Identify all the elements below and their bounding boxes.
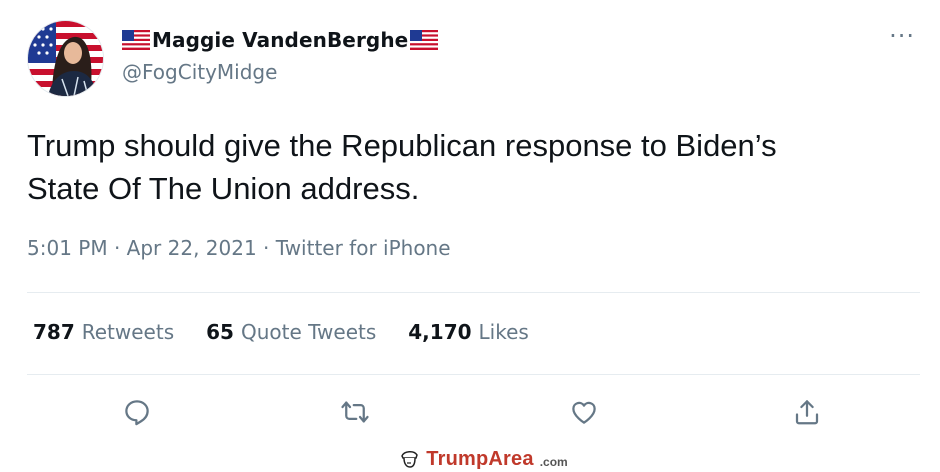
quote-tweets-count: 65 (206, 320, 234, 344)
tweet-client[interactable]: Twitter for iPhone (276, 236, 451, 260)
tweet-stats: 787 Retweets 65 Quote Tweets 4,170 Likes (33, 320, 529, 344)
retweet-icon (341, 401, 369, 423)
divider (27, 374, 920, 375)
reply-icon (125, 400, 149, 426)
meta-separator: · (107, 236, 127, 260)
author-name[interactable]: Maggie VandenBerghe (152, 28, 408, 52)
watermark-logo: TrumpArea .com (398, 447, 568, 471)
tweet-time[interactable]: 5:01 PM (27, 236, 108, 260)
retweets-stat[interactable]: 787 Retweets (33, 320, 174, 344)
author-name-row[interactable]: Maggie VandenBerghe (122, 26, 439, 54)
trump-head-icon (401, 451, 419, 468)
likes-count: 4,170 (408, 320, 472, 344)
likes-label: Likes (478, 320, 529, 344)
author-handle[interactable]: @FogCityMidge (122, 60, 277, 84)
share-button[interactable] (787, 392, 827, 432)
watermark: TrumpArea .com (0, 446, 940, 472)
watermark-brand: TrumpArea (426, 447, 534, 470)
tweet-meta: 5:01 PM · Apr 22, 2021 · Twitter for iPh… (27, 236, 451, 260)
us-flag-icon (410, 30, 439, 50)
avatar[interactable] (27, 20, 104, 97)
divider (27, 292, 920, 293)
action-bar (0, 392, 940, 436)
tweet-text-line: State Of The Union address. (27, 171, 420, 206)
quote-tweets-label: Quote Tweets (240, 320, 377, 344)
likes-stat[interactable]: 4,170 Likes (408, 320, 529, 344)
tweet-text: Trump should give the Republican respons… (27, 124, 907, 210)
like-button[interactable] (564, 392, 604, 432)
retweets-count: 787 (33, 320, 75, 344)
like-icon (572, 401, 596, 424)
reply-button[interactable] (117, 392, 157, 432)
share-icon (795, 400, 819, 425)
quote-tweets-stat[interactable]: 65 Quote Tweets (206, 320, 376, 344)
tweet-card: Maggie VandenBerghe @FogCityMidge ··· Tr… (0, 0, 940, 447)
avatar-image (28, 21, 103, 96)
more-icon[interactable]: ··· (889, 24, 915, 48)
watermark-suffix: .com (539, 454, 568, 469)
us-flag-icon (122, 30, 150, 50)
retweets-label: Retweets (81, 320, 175, 344)
tweet-text-line: Trump should give the Republican respons… (27, 128, 777, 163)
tweet-date[interactable]: Apr 22, 2021 (127, 236, 257, 260)
meta-separator: · (256, 236, 276, 260)
retweet-button[interactable] (335, 392, 375, 432)
